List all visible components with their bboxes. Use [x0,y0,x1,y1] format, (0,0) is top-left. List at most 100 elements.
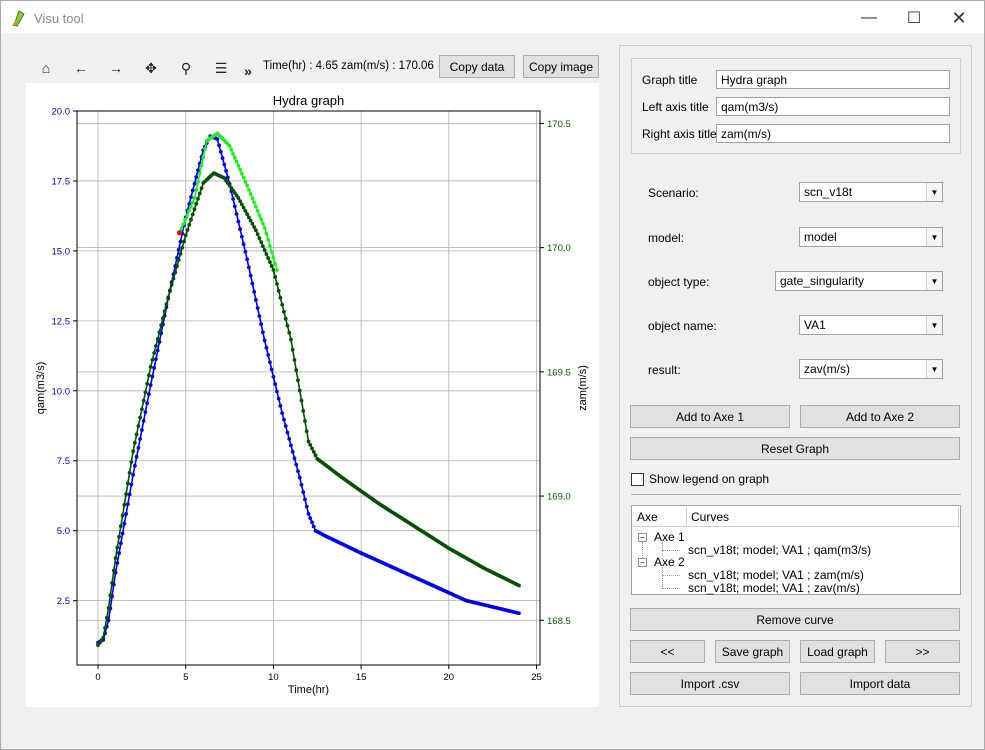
series-point-2 [194,187,199,192]
object-type-label: object type: [648,275,710,289]
scenario-select[interactable]: scn_v18t ▼ [799,182,943,202]
tree-axe2-curve[interactable]: scn_v18t; model; VA1 ; zav(m/s) [688,581,860,595]
graph-title-input[interactable]: Hydra graph [716,70,950,89]
graph-title-label: Graph title [642,73,698,87]
title-bar[interactable]: Visu tool — ☐ ✕ [1,1,984,35]
curves-tree[interactable]: Axe Curves − Axe 1 scn_v18t; model; VA1 … [631,505,961,595]
series-point-1 [185,228,190,232]
reset-graph-button[interactable]: Reset Graph [630,437,960,460]
series-point-0 [296,469,300,473]
main-window: Visu tool — ☐ ✕ ⌂ ← → ✥ ⚲ ☰ » Time(hr) :… [0,0,985,750]
series-point-1 [243,208,248,213]
object-type-value: gate_singularity [780,274,865,288]
series-point-1 [296,378,300,383]
next-button[interactable]: >> [885,640,960,663]
series-point-2 [248,192,253,196]
save-graph-button[interactable]: Save graph [715,640,790,663]
close-button[interactable]: ✕ [936,1,982,35]
add-to-axe1-button[interactable]: Add to Axe 1 [630,405,790,428]
series-point-0 [122,521,127,526]
pan-icon[interactable]: ✥ [138,55,164,81]
collapse-icon[interactable]: − [638,558,647,567]
object-name-label: object name: [648,319,717,333]
y-left-tick-label: 15.0 [52,246,71,257]
series-point-0 [268,360,272,365]
copy-image-button[interactable]: Copy image [523,55,599,78]
series-point-2 [196,179,200,184]
tree-col-axe[interactable]: Axe [633,507,687,527]
collapse-icon[interactable]: − [638,533,647,542]
forward-icon[interactable]: → [103,55,129,81]
series-point-0 [139,428,144,432]
model-select[interactable]: model ▼ [799,227,943,247]
import-data-button[interactable]: Import data [800,672,960,695]
load-graph-button[interactable]: Load graph [800,640,875,663]
series-point-1 [255,232,260,237]
x-tick-label: 0 [95,672,100,683]
series-point-1 [145,381,150,386]
tree-axe1[interactable]: Axe 1 [654,530,685,544]
series-point-0 [125,502,130,507]
object-type-select[interactable]: gate_singularity ▼ [775,271,943,291]
previous-button[interactable]: << [630,640,705,663]
series-point-0 [303,497,307,502]
back-icon[interactable]: ← [68,55,94,81]
series-point-2 [188,204,193,209]
app-icon [12,10,25,27]
configure-icon[interactable]: ☰ [208,55,234,81]
y-left-tick-label: 20.0 [52,107,71,118]
series-point-0 [147,392,151,397]
remove-curve-button[interactable]: Remove curve [630,608,960,631]
series-point-0 [292,456,297,461]
tree-connector [662,588,680,589]
left-axis-title-input[interactable]: qam(m3/s) [716,97,950,116]
divider [631,494,961,495]
series-point-0 [261,330,265,335]
series-point-1 [162,309,167,314]
series-point-1 [199,186,204,191]
result-select[interactable]: zav(m/s) ▼ [799,359,943,379]
minimize-button[interactable]: — [846,1,892,35]
copy-data-button[interactable]: Copy data [439,55,515,78]
import-csv-button[interactable]: Import .csv [630,672,790,695]
show-legend-row[interactable]: Show legend on graph [631,472,769,486]
series-point-2 [271,256,276,260]
series-point-2 [192,196,197,200]
series-point-0 [176,247,181,252]
series-point-0 [294,462,299,467]
series-point-0 [262,338,267,343]
series-point-1 [275,282,279,286]
plot-canvas[interactable]: 0 5 10 15 20 25 2.5 5.0 7.5 10.0 12.5 15.0 17.5 20.0 1… [26,83,599,707]
home-icon[interactable]: ⌂ [33,55,59,81]
tree-connector [662,542,663,556]
series-point-1 [261,244,265,249]
series-point-1 [289,337,293,342]
tree-col-curves[interactable]: Curves [687,507,959,527]
zoom-icon[interactable]: ⚲ [173,55,199,81]
series-point-1 [175,264,179,269]
series-point-1 [299,398,304,403]
series-point-0 [259,322,264,327]
tree-axe2[interactable]: Axe 2 [654,555,685,569]
series-point-1 [134,432,139,437]
series-point-0 [252,289,257,294]
object-name-value: VA1 [804,318,826,332]
model-label: model: [648,231,685,245]
show-legend-checkbox[interactable] [631,472,644,486]
series-point-2 [261,221,265,226]
series-point-1 [111,568,116,573]
series-point-1 [273,275,278,279]
series-point-2 [269,249,274,254]
tree-axe1-curve[interactable]: scn_v18t; model; VA1 ; qam(m3/s) [688,543,871,557]
right-axis-title-input[interactable]: zam(m/s) [716,124,950,143]
series-point-0 [194,175,199,179]
tree-axe2-curve[interactable]: scn_v18t; model; VA1 ; zam(m/s) [688,568,864,582]
series-point-0 [224,169,228,173]
add-to-axe2-button[interactable]: Add to Axe 2 [800,405,960,428]
more-icon[interactable]: » [235,58,261,84]
series-point-1 [269,264,274,268]
maximize-button[interactable]: ☐ [891,1,937,35]
object-name-select[interactable]: VA1 ▼ [799,315,943,335]
series-point-2 [239,171,244,176]
series-point-2 [236,163,241,168]
